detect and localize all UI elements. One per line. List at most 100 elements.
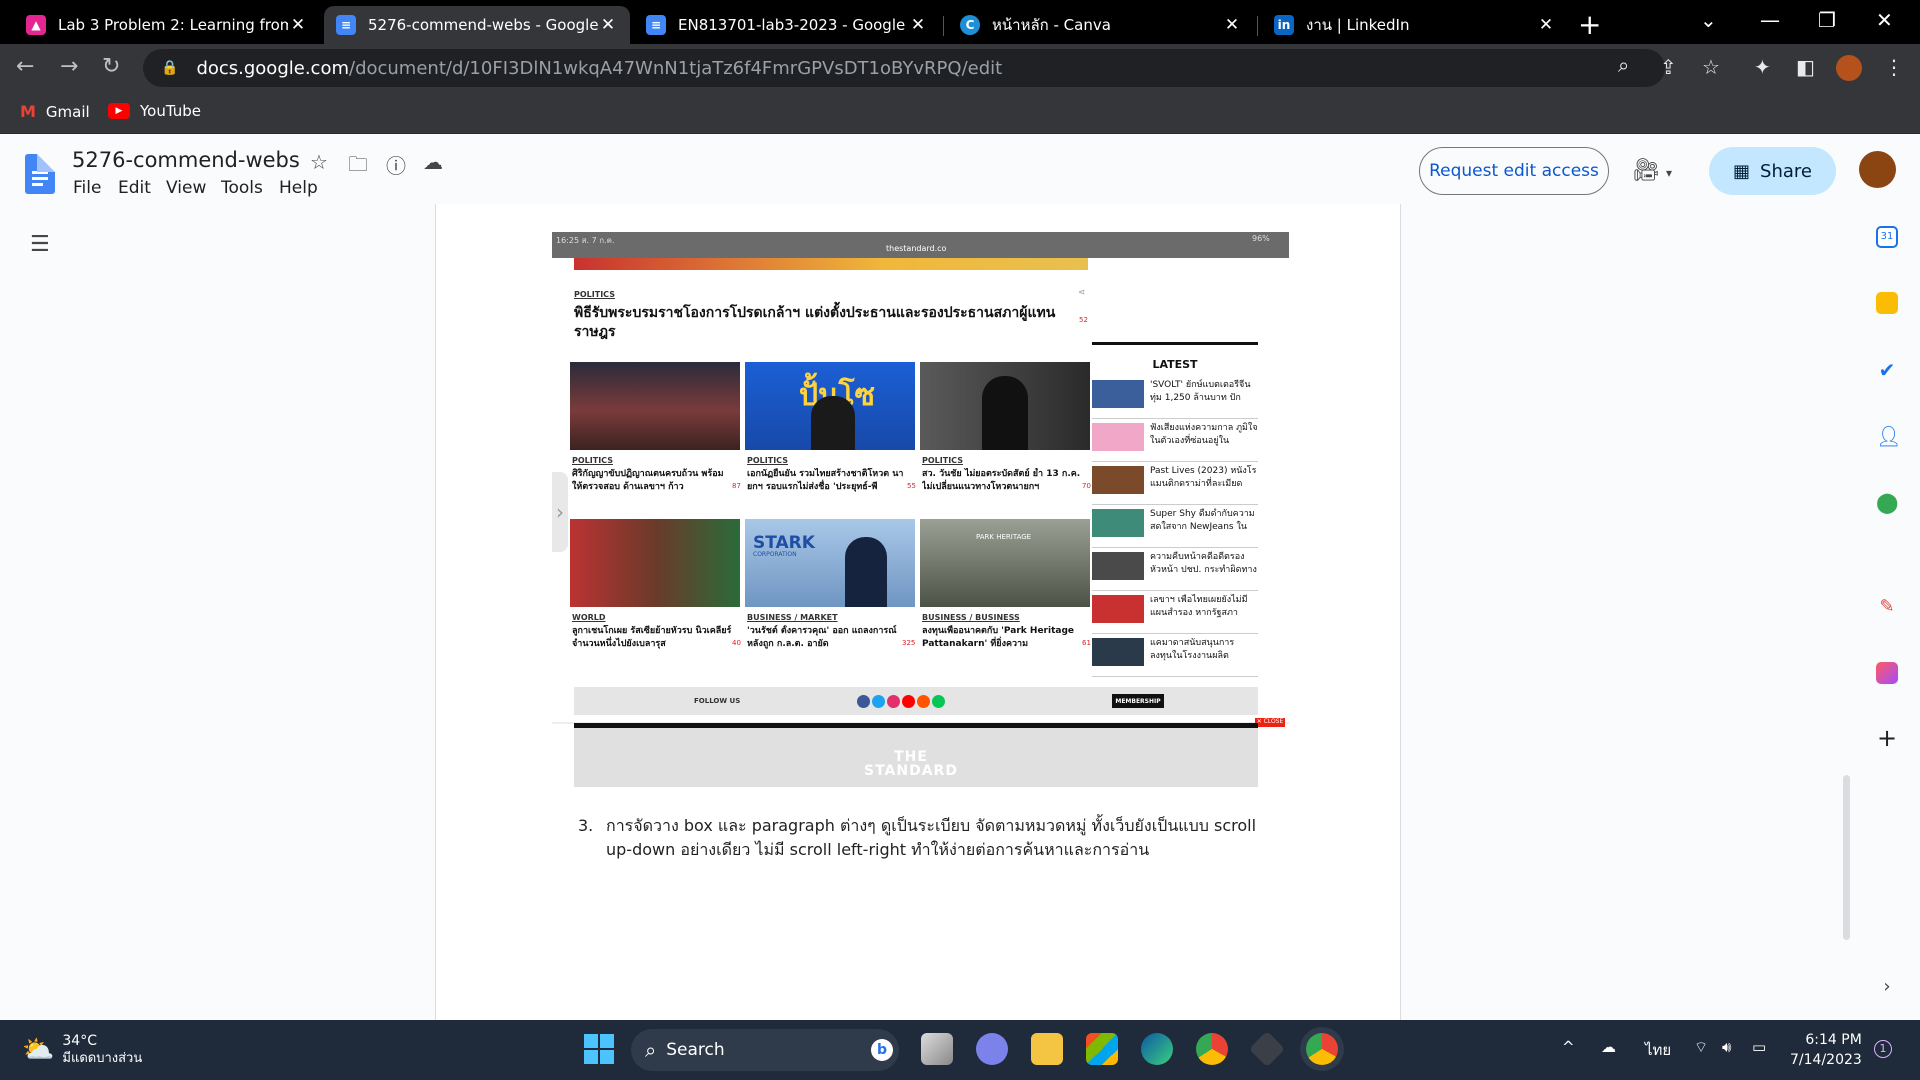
share-button[interactable]: ▦ Share: [1709, 147, 1836, 195]
bookmark-youtube[interactable]: ▶ YouTube: [108, 102, 201, 120]
menu-tools[interactable]: Tools: [221, 178, 263, 198]
hero-headline[interactable]: พิธีรับพระบรมราชโองการโปรดเกล้าฯ แต่งตั้…: [574, 304, 1074, 342]
close-tab-icon[interactable]: ✕: [1536, 15, 1556, 35]
line-icon[interactable]: [932, 695, 945, 708]
news-thumbnail[interactable]: ปั้นโซ: [745, 362, 915, 450]
twitter-icon[interactable]: [872, 695, 885, 708]
start-button[interactable]: [584, 1034, 614, 1064]
maps-icon[interactable]: ⬤: [1876, 490, 1898, 514]
lock-icon[interactable]: 🔒: [161, 60, 178, 76]
latest-item[interactable]: 'SVOLT' ยักษ์แบตเตอรี่จีน ทุ่ม 1,250 ล้า…: [1092, 376, 1258, 419]
news-thumbnail[interactable]: PARK HERITAGE: [920, 519, 1090, 607]
news-thumbnail[interactable]: [920, 362, 1090, 450]
news-thumbnail[interactable]: STARK CORPORATION: [745, 519, 915, 607]
teams-chat-icon[interactable]: [976, 1033, 1008, 1065]
news-kicker[interactable]: POLITICS: [922, 456, 963, 465]
file-explorer-icon[interactable]: [1031, 1033, 1063, 1065]
language-indicator[interactable]: ไทย: [1645, 1038, 1671, 1062]
chrome-icon[interactable]: [1196, 1033, 1228, 1065]
menu-help[interactable]: Help: [279, 178, 318, 198]
soundcloud-icon[interactable]: [917, 695, 930, 708]
news-caption[interactable]: เอกนัฏยืนยัน รวมไทยสร้างชาติโหวต นายกฯ ร…: [747, 468, 907, 494]
news-kicker[interactable]: POLITICS: [747, 456, 788, 465]
tab-docs-active[interactable]: ≡ 5276-commend-webs - Google Docs ✕: [324, 6, 630, 44]
tab-docs-lab3[interactable]: ≡ EN813701-lab3-2023 - Google Docs ✕: [634, 6, 940, 44]
account-avatar[interactable]: [1859, 151, 1896, 188]
menu-view[interactable]: View: [166, 178, 206, 198]
close-tab-icon[interactable]: ✕: [288, 15, 308, 35]
document-title[interactable]: 5276-commend-webs: [72, 148, 300, 172]
microsoft-store-icon[interactable]: [1086, 1033, 1118, 1065]
news-thumbnail[interactable]: [570, 362, 740, 450]
news-caption[interactable]: สว. วันชัย ไม่ยอตระบัดสัตย์ ย้ำ 13 ก.ค. …: [922, 468, 1082, 494]
membership-button[interactable]: MEMBERSHIP: [1112, 694, 1164, 708]
taskbar-search[interactable]: ⌕ Search b: [631, 1029, 899, 1071]
news-caption[interactable]: 'วนรัชต์ ตั้งคารวคุณ' ออก แถลงการณ์หลังถ…: [747, 625, 907, 651]
latest-item[interactable]: Super Shy ดื่มด่ำกับความ สดใสจาก NewJean…: [1092, 505, 1258, 548]
latest-item[interactable]: แคมาดาสนับสนุนการ ลงทุนในโรงงานผลิต: [1092, 634, 1258, 677]
tab-canva[interactable]: C หน้าหลัก - Canva ✕: [948, 6, 1254, 44]
news-caption[interactable]: ลงทุนเพื่ออนาคตกับ 'Park Heritage Pattan…: [922, 625, 1082, 651]
details-info-icon[interactable]: ⓘ: [386, 150, 406, 179]
volume-icon[interactable]: 🔊︎: [1722, 1038, 1731, 1056]
document-outline-icon[interactable]: ☰: [30, 232, 50, 257]
document-scrollbar[interactable]: [1843, 775, 1850, 940]
close-tab-icon[interactable]: ✕: [598, 15, 618, 35]
onedrive-icon[interactable]: ☁: [1601, 1038, 1616, 1056]
app-icon[interactable]: [1248, 1030, 1286, 1068]
latest-item[interactable]: ฟังเสียงแห่งความกาล ภูมิใจในตัวเองที่ซ่อ…: [1092, 419, 1258, 462]
weather-widget[interactable]: ⛅ 34°C มีแดดบางส่วน: [22, 1032, 142, 1068]
menu-file[interactable]: File: [73, 178, 101, 198]
news-kicker[interactable]: POLITICS: [572, 456, 613, 465]
close-ad-button[interactable]: ✕ CLOSE: [1255, 718, 1285, 727]
latest-item[interactable]: ความคืบหน้าคดีอดีตรอง หัวหน้า ปชป. กระทำ…: [1092, 548, 1258, 591]
close-tab-icon[interactable]: ✕: [1222, 15, 1242, 35]
menu-edit[interactable]: Edit: [118, 178, 151, 198]
side-panel-icon[interactable]: ◧: [1796, 55, 1815, 79]
close-window-button[interactable]: ✕: [1876, 8, 1893, 32]
wifi-icon[interactable]: ⌔: [1694, 1038, 1708, 1057]
battery-icon[interactable]: ▭: [1752, 1038, 1766, 1056]
addon-icon[interactable]: [1876, 662, 1898, 684]
request-edit-access-button[interactable]: Request edit access: [1419, 147, 1609, 195]
tab-linkedin[interactable]: in งาน | LinkedIn ✕: [1262, 6, 1568, 44]
hide-panel-chevron-icon[interactable]: ›: [1876, 976, 1898, 998]
address-bar[interactable]: 🔒 docs.google.com/document/d/10FI3DlN1wk…: [143, 49, 1665, 87]
back-arrow-icon[interactable]: ←: [16, 54, 34, 79]
task-view-icon[interactable]: [921, 1033, 953, 1065]
zoom-icon[interactable]: ⌕: [1618, 53, 1629, 77]
news-thumbnail[interactable]: [570, 519, 740, 607]
reload-icon[interactable]: ↻: [102, 54, 120, 79]
news-caption[interactable]: ลูกาเชนโกเผย รัสเซียย้ายหัวรบ นิวเคลียร์…: [572, 625, 732, 651]
clock[interactable]: 6:14 PM 7/14/2023: [1790, 1030, 1862, 1070]
news-kicker[interactable]: BUSINESS / MARKET: [747, 613, 838, 622]
notification-badge[interactable]: 1: [1874, 1040, 1892, 1058]
move-folder-icon[interactable]: 🗀: [348, 150, 368, 184]
contacts-icon[interactable]: 👤︎: [1876, 424, 1901, 448]
facebook-icon[interactable]: [857, 695, 870, 708]
share-icon[interactable]: ⋖: [1078, 288, 1086, 298]
tasks-icon[interactable]: ✔: [1876, 358, 1898, 382]
bookmark-gmail[interactable]: M Gmail: [20, 102, 90, 121]
show-hidden-icons-chevron[interactable]: ^: [1562, 1038, 1575, 1056]
bookmark-star-icon[interactable]: ☆: [1702, 55, 1720, 79]
cloud-status-icon[interactable]: ☁: [423, 150, 443, 174]
chrome-active-icon[interactable]: [1306, 1033, 1338, 1065]
side-handle[interactable]: ›: [552, 472, 568, 552]
news-kicker[interactable]: BUSINESS / BUSINESS: [922, 613, 1020, 622]
edge-icon[interactable]: [1141, 1033, 1173, 1065]
star-icon[interactable]: ☆: [310, 150, 328, 174]
tab-classroom[interactable]: ▲ Lab 3 Problem 2: Learning from web ✕: [14, 6, 320, 44]
close-tab-icon[interactable]: ✕: [908, 15, 928, 35]
news-caption[interactable]: ศิริกัญญาขับปฏิญาณตนครบถ้วน พร้อมให้ตรวจ…: [572, 468, 732, 494]
new-tab-button[interactable]: +: [1578, 8, 1601, 41]
chrome-menu-icon[interactable]: ⋮: [1884, 55, 1904, 79]
extensions-icon[interactable]: ✦: [1754, 55, 1771, 79]
keep-icon[interactable]: [1876, 292, 1898, 314]
forward-arrow-icon[interactable]: →: [60, 54, 78, 79]
hero-kicker[interactable]: POLITICS: [574, 290, 615, 299]
share-page-icon[interactable]: ⇪: [1660, 55, 1677, 79]
profile-avatar[interactable]: [1836, 55, 1862, 81]
restore-button[interactable]: ❐: [1818, 8, 1836, 32]
meet-call-button[interactable]: 🎥︎ ▾: [1632, 158, 1672, 183]
